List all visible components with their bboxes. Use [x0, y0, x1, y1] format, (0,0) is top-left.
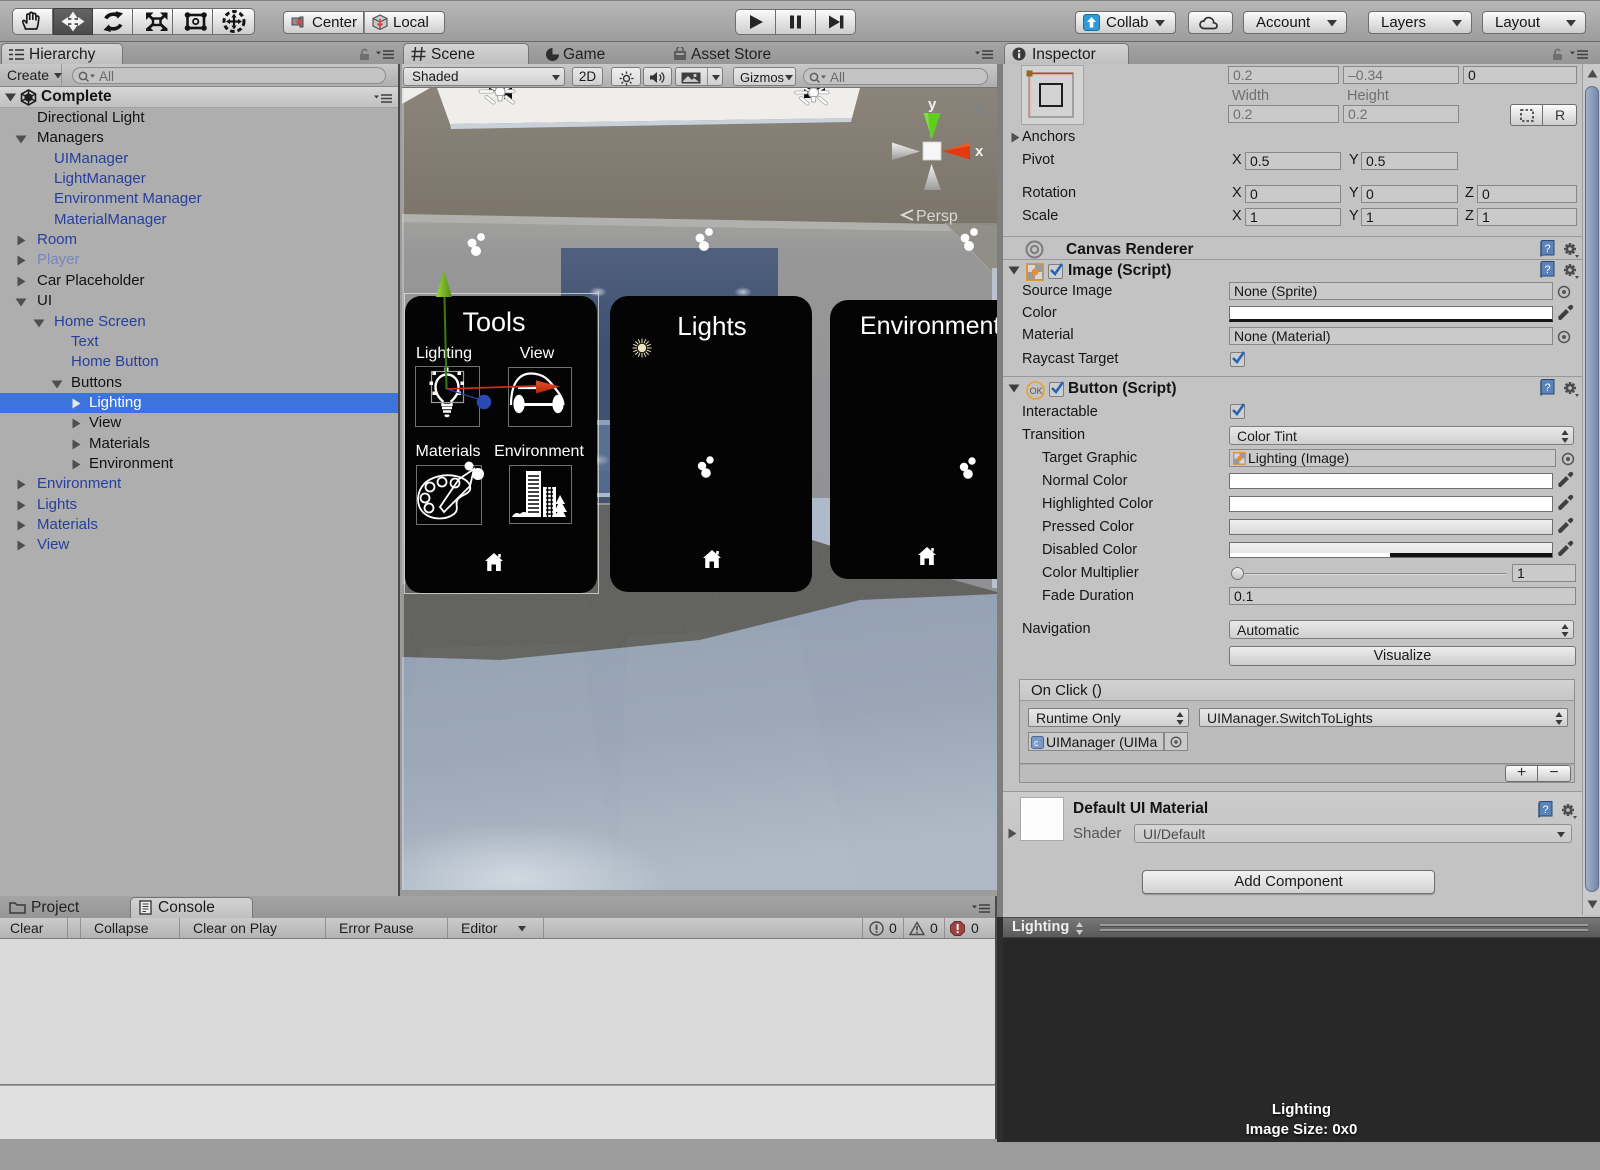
svg-text:Persp: Persp [916, 208, 958, 225]
svg-text:?: ? [1545, 243, 1551, 255]
svg-text:Materials: Materials [416, 443, 481, 460]
svg-text:Lighting: Lighting [416, 345, 472, 362]
svg-text:c: c [1034, 738, 1039, 748]
svg-text:?: ? [1545, 264, 1551, 276]
svg-text:View: View [520, 345, 555, 362]
svg-text:x: x [975, 143, 984, 160]
svg-text:?: ? [1545, 382, 1551, 394]
svg-text:Environment: Environment [494, 443, 584, 460]
svg-text:OK: OK [1030, 386, 1043, 396]
svg-text:Environment: Environment [860, 312, 997, 340]
svg-text:Lights: Lights [677, 311, 746, 341]
svg-text:Tools: Tools [462, 307, 525, 337]
svg-text:y: y [928, 96, 937, 113]
svg-text:?: ? [1543, 804, 1549, 816]
